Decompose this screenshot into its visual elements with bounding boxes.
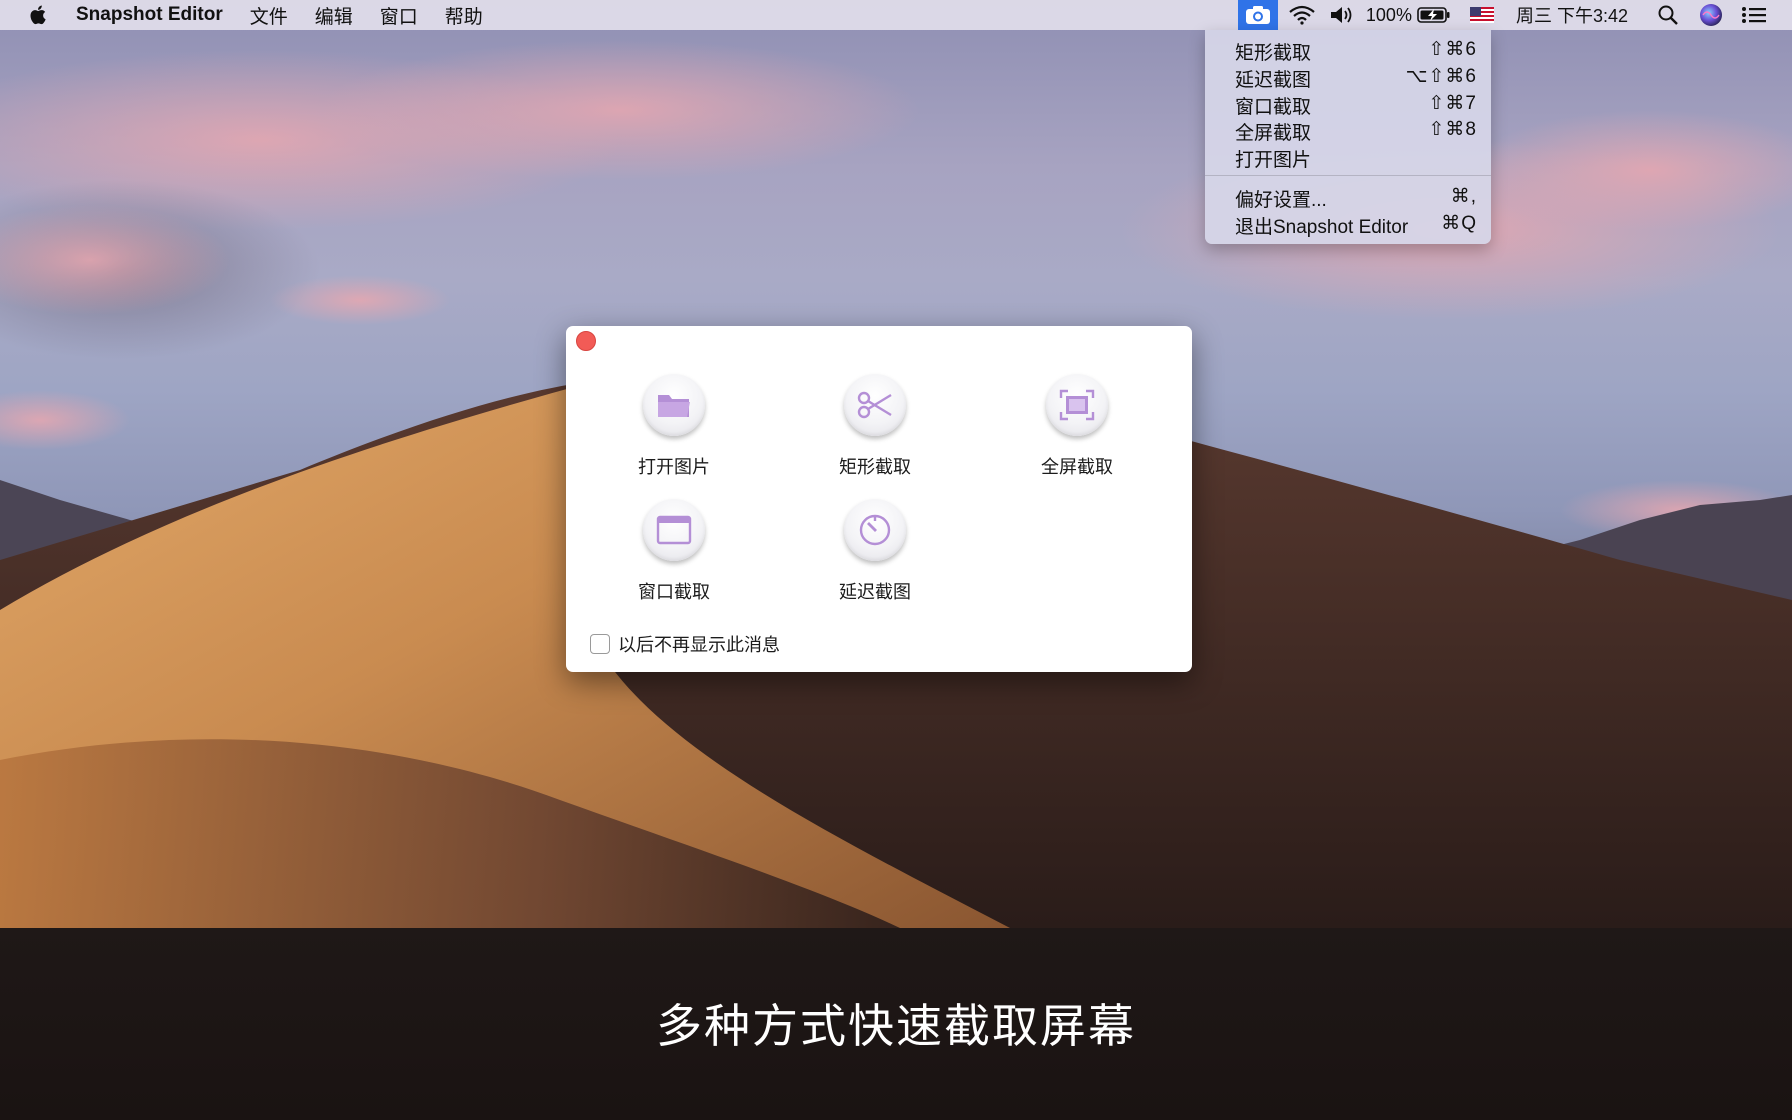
menu-item-label: 全屏截取	[1235, 123, 1312, 144]
window-icon	[643, 499, 705, 561]
battery-charging-icon[interactable]	[1416, 0, 1452, 30]
tile-label: 全屏截取	[1041, 457, 1113, 477]
menu-item-shortcut: ⌥⇧⌘6	[1405, 66, 1477, 87]
timer-icon	[844, 499, 906, 561]
menu-window[interactable]: 窗口	[380, 2, 418, 29]
apple-icon[interactable]	[28, 4, 50, 26]
menu-item-delay-capture[interactable]: 延迟截图 ⌥⇧⌘6	[1205, 63, 1491, 91]
menu-item-label: 打开图片	[1235, 150, 1312, 171]
menu-help[interactable]: 帮助	[445, 2, 483, 29]
menu-item-label: 窗口截取	[1235, 97, 1312, 118]
camera-dropdown-menu: 矩形截取 ⇧⌘6 延迟截图 ⌥⇧⌘6 窗口截取 ⇧⌘7 全屏截取 ⇧⌘8 打开图…	[1205, 30, 1491, 244]
caption-band: 多种方式快速截取屏幕	[0, 928, 1792, 1120]
us-flag-icon[interactable]	[1468, 0, 1496, 30]
menu-item-label: 偏好设置...	[1235, 190, 1327, 211]
menu-item-label: 矩形截取	[1235, 43, 1312, 64]
delay-capture-button[interactable]: 延迟截图	[815, 499, 935, 604]
capture-mode-dialog: 打开图片 矩形截取 全屏截取 窗口截取 延迟截图 以后不再显示此消息	[566, 326, 1192, 672]
menu-item-shortcut: ⌘,	[1450, 186, 1477, 207]
tile-label: 窗口截取	[638, 582, 710, 602]
fullscreen-icon	[1046, 374, 1108, 436]
menu-item-open-image[interactable]: 打开图片	[1205, 143, 1491, 171]
close-button[interactable]	[576, 331, 596, 351]
camera-icon[interactable]	[1237, 0, 1278, 30]
app-name-menu[interactable]: Snapshot Editor	[76, 4, 223, 26]
tile-label: 矩形截取	[839, 457, 911, 477]
search-icon[interactable]	[1656, 0, 1680, 30]
tile-label: 打开图片	[638, 457, 710, 477]
menu-item-window-capture[interactable]: 窗口截取 ⇧⌘7	[1205, 90, 1491, 118]
wifi-icon[interactable]	[1284, 0, 1320, 30]
menu-item-quit[interactable]: 退出Snapshot Editor ⌘Q	[1205, 210, 1491, 238]
menubar-clock[interactable]: 周三 下午3:42	[1516, 2, 1628, 28]
dont-show-again-label[interactable]: 以后不再显示此消息	[618, 631, 780, 657]
volume-icon[interactable]	[1326, 0, 1358, 30]
tile-label: 延迟截图	[839, 582, 911, 602]
scissors-icon	[844, 374, 906, 436]
dont-show-again-checkbox[interactable]	[590, 634, 610, 654]
menu-item-rect-capture[interactable]: 矩形截取 ⇧⌘6	[1205, 36, 1491, 64]
menu-item-shortcut: ⇧⌘8	[1428, 119, 1477, 140]
fullscreen-capture-button[interactable]: 全屏截取	[1017, 374, 1137, 479]
menu-file[interactable]: 文件	[250, 2, 288, 29]
menu-item-shortcut: ⌘Q	[1441, 213, 1477, 234]
menu-separator	[1205, 175, 1491, 176]
window-capture-button[interactable]: 窗口截取	[614, 499, 734, 604]
menu-edit[interactable]: 编辑	[315, 2, 353, 29]
menu-item-label: 退出Snapshot Editor	[1235, 217, 1409, 238]
menu-bar: Snapshot Editor 文件 编辑 窗口 帮助 100% 周三 下午3:…	[0, 0, 1792, 30]
folder-icon	[643, 374, 705, 436]
menu-item-label: 延迟截图	[1235, 70, 1312, 91]
promo-caption: 多种方式快速截取屏幕	[656, 1000, 1136, 1052]
menu-item-shortcut: ⇧⌘7	[1428, 93, 1477, 114]
battery-percent: 100%	[1365, 4, 1412, 25]
dont-show-again-row: 以后不再显示此消息	[590, 631, 780, 657]
siri-icon[interactable]	[1698, 0, 1724, 30]
menu-item-fullscreen-capture[interactable]: 全屏截取 ⇧⌘8	[1205, 116, 1491, 144]
notification-list-icon[interactable]	[1740, 0, 1768, 30]
menu-item-preferences[interactable]: 偏好设置... ⌘,	[1205, 183, 1491, 211]
open-image-button[interactable]: 打开图片	[614, 374, 734, 479]
rect-capture-button[interactable]: 矩形截取	[815, 374, 935, 479]
menu-item-shortcut: ⇧⌘6	[1428, 39, 1477, 60]
